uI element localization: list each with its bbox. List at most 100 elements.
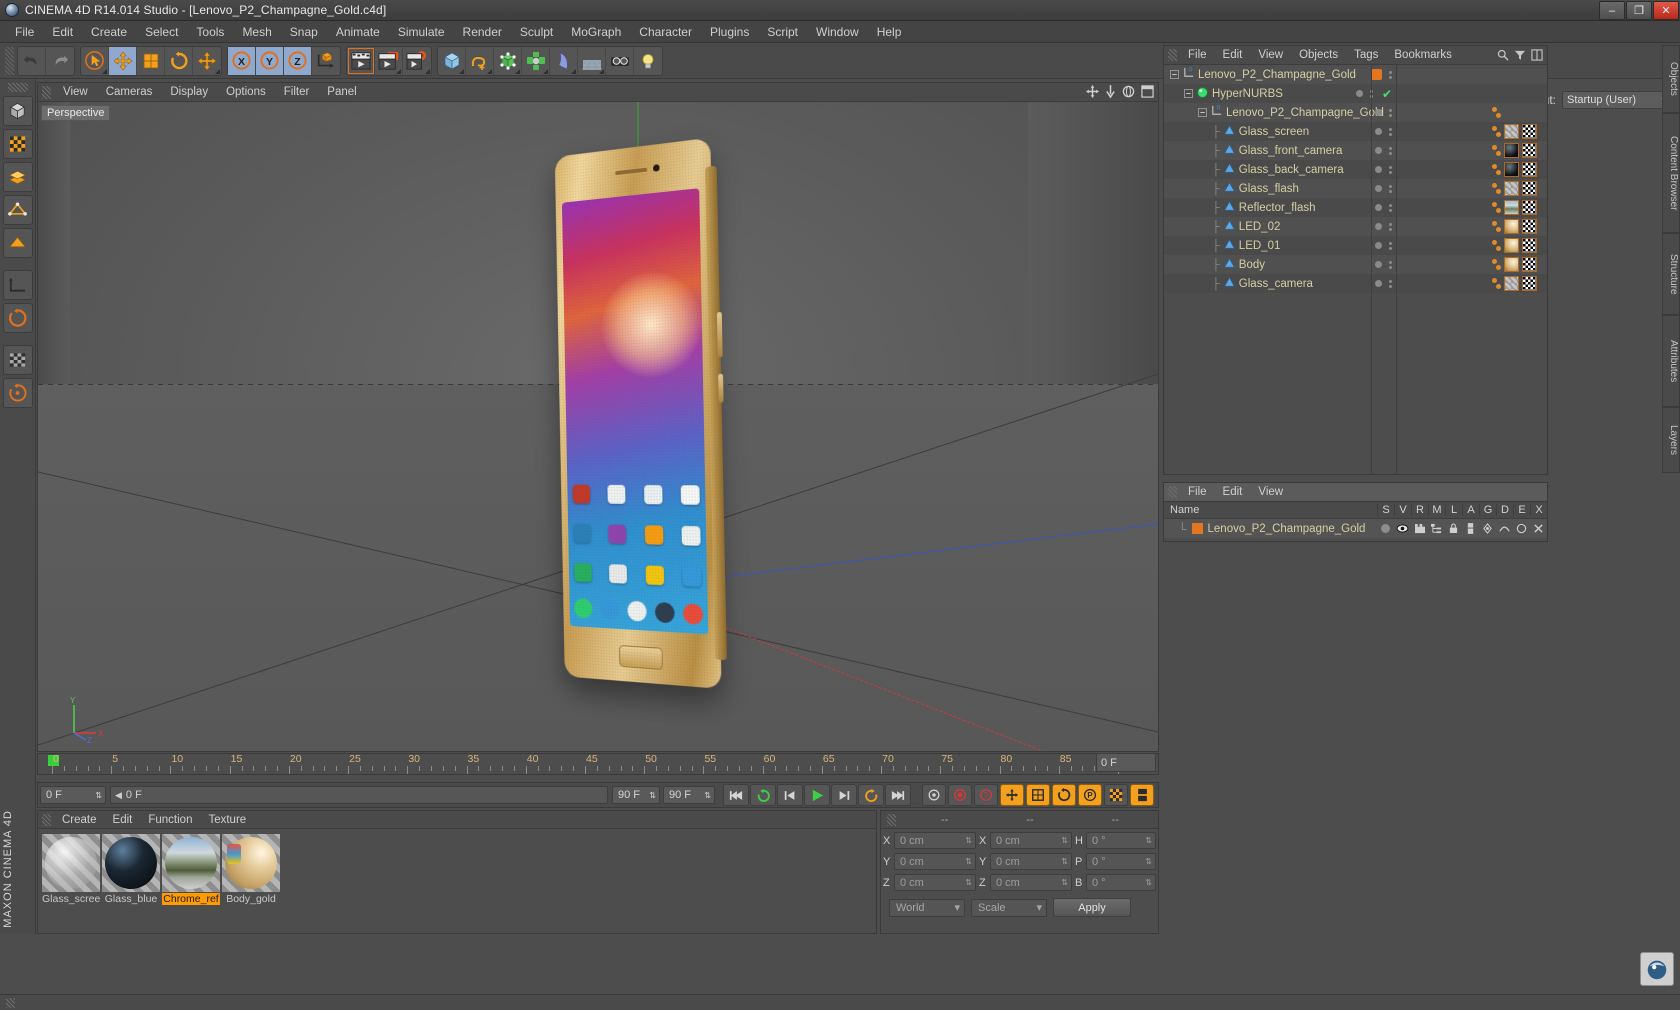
menu-character[interactable]: Character	[630, 23, 701, 41]
object-visibility-toggles[interactable]	[1389, 222, 1392, 231]
object-enable-dot[interactable]	[1375, 128, 1382, 135]
object-enable-dot[interactable]	[1355, 90, 1363, 97]
object-tree[interactable]: 0 Lenovo_P2_Champagne_Gold HyperNURBS ✔ 0 Len…	[1164, 65, 1547, 293]
timeline-scrubber[interactable]: ◀ 0 F	[110, 786, 608, 804]
object-row-label-group[interactable]: ├ LED_02	[1164, 219, 1280, 234]
object-visibility-dots[interactable]	[1371, 69, 1392, 80]
material-preview-glass-screen[interactable]	[42, 834, 100, 892]
material-tag-icon[interactable]	[1504, 276, 1519, 291]
uvw-tag-icon[interactable]	[1522, 219, 1537, 234]
object-row[interactable]: ├ Glass_camera	[1164, 274, 1547, 293]
move-icon[interactable]	[109, 46, 137, 75]
object-row-label-group[interactable]: ├ Glass_front_camera	[1164, 143, 1342, 158]
x-axis-icon[interactable]: X	[228, 46, 256, 75]
object-enable-dot[interactable]	[1375, 242, 1382, 249]
menu-sculpt[interactable]: Sculpt	[511, 23, 562, 41]
object-menu-edit[interactable]: Edit	[1215, 48, 1251, 62]
nurbs-icon[interactable]	[494, 46, 522, 75]
close-button[interactable]: ✕	[1653, 1, 1679, 20]
polygons-mode-icon[interactable]	[2, 228, 33, 258]
object-enable-dot[interactable]	[1375, 109, 1382, 116]
object-visibility-dots[interactable]	[1375, 184, 1392, 193]
object-visibility-dots[interactable]	[1375, 279, 1392, 288]
layer-deformer-icon[interactable]	[1496, 523, 1513, 534]
left-palette-grip[interactable]	[7, 83, 28, 92]
object-visibility-toggles[interactable]	[1389, 203, 1392, 212]
toolbar-grip[interactable]	[5, 46, 14, 75]
spinner-icon-2[interactable]: ⇅	[649, 791, 656, 800]
object-visibility-toggles[interactable]	[1389, 279, 1392, 288]
points-mode-icon[interactable]	[2, 162, 33, 192]
dock-tab-attributes[interactable]: Attributes	[1662, 315, 1680, 407]
dock-tab-objects[interactable]: Objects	[1662, 45, 1680, 113]
viewport-view-tag[interactable]: Perspective	[41, 105, 111, 121]
move-alt-icon[interactable]	[193, 47, 221, 75]
keyframe-selection-button[interactable]: ?	[974, 784, 998, 806]
object-manager-grip[interactable]	[1168, 49, 1177, 61]
object-row[interactable]: ├ Reflector_flash	[1164, 198, 1547, 217]
filter-icon[interactable]	[1514, 49, 1526, 64]
world-axis-icon[interactable]	[312, 47, 340, 75]
layer-color-swatch[interactable]	[1191, 523, 1203, 534]
menu-window[interactable]: Window	[807, 23, 868, 41]
play-forward-button[interactable]	[858, 784, 884, 806]
menu-simulate[interactable]: Simulate	[389, 23, 454, 41]
coord-input-pos-z[interactable]: 0 cm ⇅	[894, 874, 976, 891]
coord-input-rot-b[interactable]: 0 ° ⇅	[1086, 874, 1156, 891]
object-color-swatch[interactable]	[1371, 69, 1382, 80]
layer-column-s[interactable]: S	[1377, 504, 1394, 516]
object-enable-dot[interactable]	[1375, 280, 1382, 287]
layer-row[interactable]: └ Lenovo_P2_Champagne_Gold	[1164, 519, 1547, 538]
expand-collapse-icon[interactable]	[1170, 68, 1179, 82]
uvw-tag-icon[interactable]	[1522, 200, 1537, 215]
object-row-label-group[interactable]: HyperNURBS	[1164, 86, 1283, 102]
object-enable-dot[interactable]	[1375, 147, 1382, 154]
material-item-glass-screen[interactable]: Glass_scree	[42, 834, 100, 905]
size-mode-dropdown[interactable]: Scale ▾	[971, 898, 1047, 917]
dock-tab-structure[interactable]: Structure	[1662, 233, 1680, 315]
layer-column-e[interactable]: E	[1513, 504, 1530, 516]
uvw-tag-icon[interactable]	[1522, 124, 1537, 139]
menu-mesh[interactable]: Mesh	[233, 23, 280, 41]
object-visibility-dots[interactable]: ✔	[1355, 87, 1392, 101]
layer-solo-cell[interactable]	[1377, 524, 1394, 533]
object-row-label-group[interactable]: 0 Lenovo_P2_Champagne_Gold	[1164, 67, 1356, 82]
layer-column-x[interactable]: X	[1530, 504, 1547, 516]
layer-menu-file[interactable]: File	[1180, 485, 1215, 499]
object-visibility-dots[interactable]	[1375, 241, 1392, 250]
viewport-menu-filter[interactable]: Filter	[275, 85, 319, 99]
object-row[interactable]: ├ LED_02	[1164, 217, 1547, 236]
object-enable-dot[interactable]	[1375, 261, 1382, 268]
object-visibility-dots[interactable]	[1375, 260, 1392, 269]
object-row[interactable]: ├ Body	[1164, 255, 1547, 274]
object-row-label-group[interactable]: ├ LED_01	[1164, 238, 1280, 253]
object-tag-column[interactable]	[1504, 181, 1537, 196]
object-row[interactable]: ├ Glass_screen	[1164, 122, 1547, 141]
coord-input-pos-y[interactable]: 0 cm ⇅	[894, 853, 976, 870]
object-menu-bookmarks[interactable]: Bookmarks	[1386, 48, 1460, 62]
object-tag-column[interactable]	[1504, 162, 1537, 177]
object-visibility-toggles[interactable]	[1389, 165, 1392, 174]
uvw-tag-icon[interactable]	[1522, 257, 1537, 272]
layer-column-v[interactable]: V	[1394, 504, 1411, 516]
expand-collapse-icon[interactable]	[1198, 106, 1207, 120]
rotate-icon[interactable]	[165, 46, 193, 75]
maximize-button[interactable]: ❐	[1626, 1, 1652, 20]
object-menu-objects[interactable]: Objects	[1291, 48, 1346, 62]
spinner-icon[interactable]: ⇅	[95, 791, 102, 800]
layer-expression-icon[interactable]	[1513, 523, 1530, 534]
end-frame-field-right[interactable]: 90 F ⇅	[663, 786, 715, 804]
material-menu-edit[interactable]: Edit	[105, 813, 141, 827]
material-preview-chrome-ref[interactable]	[162, 834, 220, 892]
material-tag-icon[interactable]	[1504, 257, 1519, 272]
viewport-canvas[interactable]: Perspective Y X Z	[38, 102, 1158, 751]
spinner-icon-3[interactable]: ⇅	[704, 791, 711, 800]
menu-animate[interactable]: Animate	[327, 23, 389, 41]
object-visibility-toggles[interactable]	[1389, 241, 1392, 250]
select-live-icon[interactable]	[81, 46, 109, 75]
play-button[interactable]	[804, 784, 830, 806]
record-position-button[interactable]	[1000, 784, 1024, 806]
menu-file[interactable]: File	[6, 23, 43, 41]
menu-plugins[interactable]: Plugins	[701, 23, 758, 41]
menu-tools[interactable]: Tools	[187, 23, 233, 41]
